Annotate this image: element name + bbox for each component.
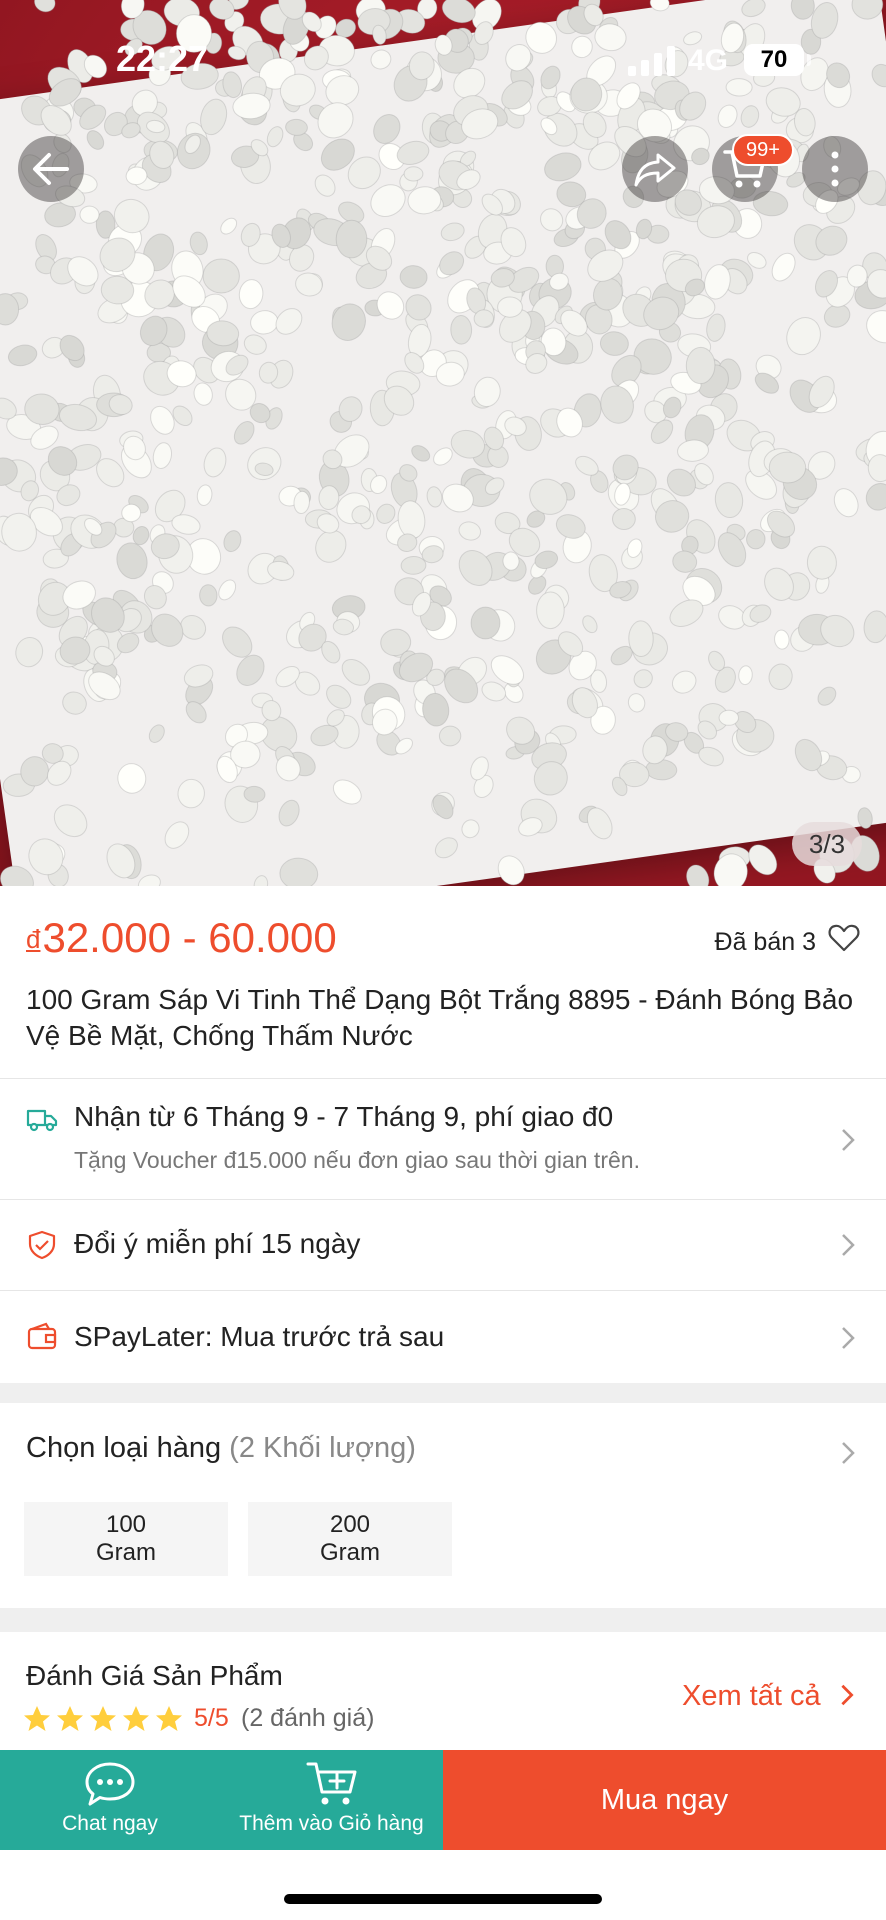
variant-count: (2 Khối lượng): [229, 1432, 416, 1464]
chevron-right-icon: [841, 1684, 854, 1706]
star-icon: [156, 1706, 182, 1731]
network-type: 4G: [688, 44, 729, 77]
variant-heading[interactable]: Chọn loại hàng (2 Khối lượng): [26, 1432, 416, 1465]
more-button[interactable]: [802, 136, 868, 202]
status-bar: 22:27 4G 70: [0, 0, 886, 120]
chat-bubble-icon: [85, 1762, 135, 1806]
battery-icon: 70: [744, 44, 811, 76]
returns-label: Đổi ý miễn phí 15 ngày: [74, 1228, 361, 1259]
variant-option-unit: Gram: [96, 1539, 156, 1566]
variant-option-100g[interactable]: 100 Gram: [24, 1502, 228, 1576]
product-title: 100 Gram Sáp Vi Tinh Thể Dạng Bột Trắng …: [26, 984, 854, 1051]
chat-now-label: Chat ngay: [62, 1812, 158, 1835]
variant-option-value: 200: [329, 1511, 371, 1538]
price: đ32.000 - 60.000: [26, 914, 337, 962]
paylater-label: SPayLater: Mua trước trả sau: [74, 1321, 445, 1352]
product-image[interactable]: [0, 0, 886, 886]
cart-count-badge: 99+: [732, 134, 794, 166]
image-pager: 3/3: [792, 822, 862, 866]
rating-stars: [22, 1704, 184, 1734]
section-gap: [0, 1383, 886, 1403]
cart-plus-icon: [306, 1762, 357, 1805]
currency-symbol: đ: [26, 924, 41, 954]
more-vertical-icon: [831, 151, 839, 187]
star-icon: [57, 1706, 83, 1731]
signal-icon: [628, 46, 675, 76]
add-to-cart-label: Thêm vào Giỏ hàng: [239, 1812, 424, 1835]
back-button[interactable]: [18, 136, 84, 202]
chat-now-button[interactable]: Chat ngay: [0, 1750, 220, 1850]
variant-option-unit: Gram: [320, 1539, 380, 1566]
returns-row[interactable]: Đổi ý miễn phí 15 ngày: [0, 1200, 886, 1290]
sold-count: Đã bán 3: [714, 928, 816, 956]
review-count: (2 đánh giá): [241, 1704, 375, 1732]
pellets-image: [0, 0, 886, 886]
see-all-label: Xem tất cả: [682, 1680, 821, 1712]
shipping-row[interactable]: Nhận từ 6 Tháng 9 - 7 Tháng 9, phí giao …: [0, 1079, 886, 1199]
star-icon: [123, 1706, 149, 1731]
see-all-reviews-link[interactable]: Xem tất cả: [682, 1680, 855, 1713]
variant-option-200g[interactable]: 200 Gram: [248, 1502, 452, 1576]
chevron-right-icon: [842, 1129, 855, 1151]
share-button[interactable]: [622, 136, 688, 202]
variant-heading-label: Chọn loại hàng: [26, 1432, 222, 1464]
wallet-icon: [27, 1322, 57, 1350]
share-icon: [634, 153, 676, 187]
bottom-action-bar: Chat ngay Thêm vào Giỏ hàng Mua ngay: [0, 1750, 886, 1850]
shield-check-icon: [28, 1230, 56, 1260]
star-icon: [24, 1706, 50, 1731]
chevron-right-icon: [842, 1327, 855, 1349]
shipping-main: Nhận từ 6 Tháng 9 - 7 Tháng 9, phí giao …: [74, 1101, 614, 1132]
price-row: đ32.000 - 60.000 Đã bán 3: [26, 914, 860, 964]
add-to-cart-button[interactable]: Thêm vào Giỏ hàng: [220, 1750, 443, 1850]
buy-now-button[interactable]: Mua ngay: [443, 1750, 886, 1850]
reviews-heading: Đánh Giá Sản Phẩm: [26, 1660, 283, 1691]
arrow-left-icon: [33, 153, 69, 185]
home-indicator: [284, 1894, 602, 1904]
paylater-row[interactable]: SPayLater: Mua trước trả sau: [0, 1291, 886, 1383]
chevron-right-icon[interactable]: [840, 1440, 856, 1466]
status-time: 22:27: [116, 38, 209, 79]
section-gap: [0, 1608, 886, 1632]
shipping-sub: Tặng Voucher đ15.000 nếu đơn giao sau th…: [74, 1147, 640, 1173]
chevron-right-icon: [842, 1234, 855, 1256]
truck-icon: [26, 1109, 58, 1132]
price-range: 32.000 - 60.000: [42, 914, 337, 961]
heart-icon[interactable]: [828, 922, 860, 954]
variant-option-value: 100: [105, 1511, 147, 1538]
rating-score: 5/5: [194, 1704, 229, 1732]
star-icon: [90, 1706, 116, 1731]
